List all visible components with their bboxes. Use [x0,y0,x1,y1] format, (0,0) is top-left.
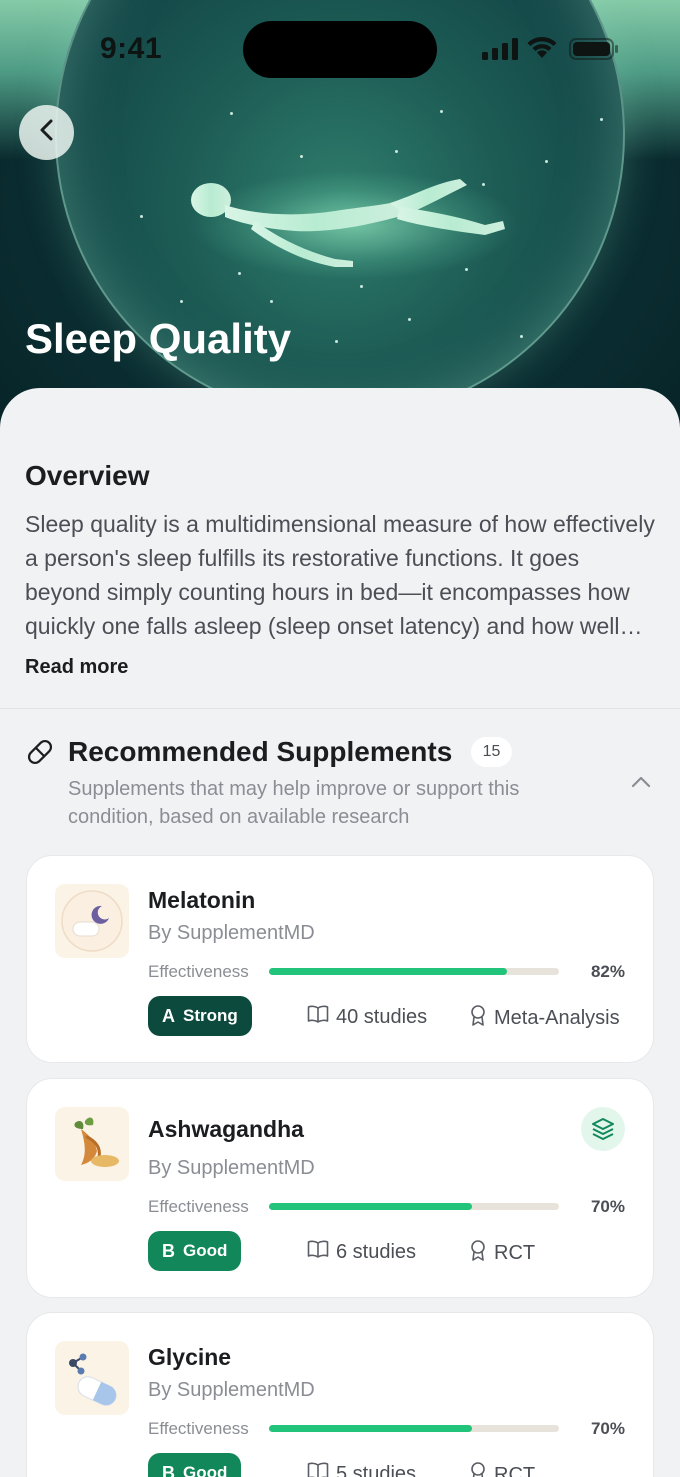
star-dot [395,150,398,153]
evidence-type: Meta-Analysis [469,1004,620,1032]
divider [0,708,680,709]
star-dot [465,268,468,271]
book-icon [307,1239,329,1265]
supplement-card-ashwagandha[interactable]: Ashwagandha By SupplementMD Effectivenes… [26,1078,654,1298]
studies-count: 40 studies [307,1004,427,1030]
award-icon [469,1239,487,1267]
star-dot [482,183,485,186]
status-time: 9:41 [100,32,163,65]
effectiveness-percent: 70% [590,1197,625,1216]
evidence-text: RCT [494,1463,536,1477]
battery-icon [569,38,619,65]
studies-text: 6 studies [336,1240,417,1263]
star-dot [238,272,241,275]
effectiveness-label: Effectiveness [148,1197,249,1216]
effectiveness-fill [269,968,507,975]
star-dot [180,300,183,303]
overview-heading: Overview [25,460,150,491]
studies-count: 5 studies [307,1461,416,1477]
grade-letter: A [162,1005,175,1026]
grade-letter: B [162,1240,175,1261]
read-more-link[interactable]: Read more [25,656,128,679]
studies-text: 5 studies [336,1462,417,1477]
effectiveness-fill [269,1425,472,1432]
dynamic-island [243,21,437,78]
layers-icon[interactable] [581,1107,625,1151]
grade-word: Strong [183,1006,238,1025]
grade-badge: B Good [148,1231,242,1271]
evidence-text: RCT [494,1241,536,1264]
supplement-brand: By SupplementMD [148,1379,315,1401]
count-badge: 15 [471,737,512,767]
recommended-subtitle: Supplements that may help improve or sup… [68,778,520,828]
evidence-text: Meta-Analysis [494,1006,620,1029]
supplement-name: Melatonin [148,887,256,913]
recommended-heading: Recommended Supplements [68,736,453,767]
star-dot [360,285,363,288]
collapse-button[interactable] [629,770,653,799]
effectiveness-label: Effectiveness [148,1419,249,1438]
evidence-type: RCT [469,1239,535,1267]
studies-text: 40 studies [336,1005,428,1028]
award-icon [469,1004,487,1032]
effectiveness-bar [269,968,559,975]
supplement-name: Ashwagandha [148,1116,304,1142]
grade-badge: B Good [148,1453,242,1477]
back-button[interactable] [19,105,74,160]
grade-word: Good [183,1241,228,1260]
effectiveness-percent: 70% [590,1419,625,1438]
star-dot [600,118,603,121]
cellular-signal-icon [482,38,518,65]
supplement-card-melatonin[interactable]: Melatonin By SupplementMD Effectiveness … [26,855,654,1063]
wifi-icon [526,36,558,65]
effectiveness-percent: 82% [590,962,625,981]
star-dot [300,155,303,158]
root-herb-icon [55,1107,129,1181]
molecule-capsule-icon [55,1341,129,1415]
star-dot [230,112,233,115]
star-dot [545,160,548,163]
grade-letter: B [162,1462,175,1477]
pill-icon [25,737,55,772]
overview-text: Sleep quality is a multidimensional meas… [25,511,655,639]
supplement-card-glycine[interactable]: Glycine By SupplementMD Effectiveness 70… [26,1312,654,1477]
floating-figure-illustration [185,175,515,280]
supplement-brand: By SupplementMD [148,1157,315,1179]
studies-count: 6 studies [307,1239,416,1265]
effectiveness-bar [269,1425,559,1432]
grade-badge: A Strong [148,996,252,1036]
supplement-brand: By SupplementMD [148,922,315,944]
book-icon [307,1004,329,1030]
star-dot [408,318,411,321]
effectiveness-label: Effectiveness [148,962,249,981]
star-dot [140,215,143,218]
chevron-up-icon [629,776,653,798]
star-dot [440,110,443,113]
star-dot [335,340,338,343]
page-title: Sleep Quality [25,315,292,362]
chevron-left-icon [38,119,56,146]
status-bar: 9:41 [0,0,680,100]
effectiveness-fill [269,1203,472,1210]
evidence-type: RCT [469,1461,535,1477]
grade-word: Good [183,1463,228,1477]
star-dot [270,300,273,303]
effectiveness-bar [269,1203,559,1210]
award-icon [469,1461,487,1477]
book-icon [307,1461,329,1477]
star-dot [520,335,523,338]
supplement-name: Glycine [148,1344,232,1370]
moon-pill-icon [55,884,129,958]
